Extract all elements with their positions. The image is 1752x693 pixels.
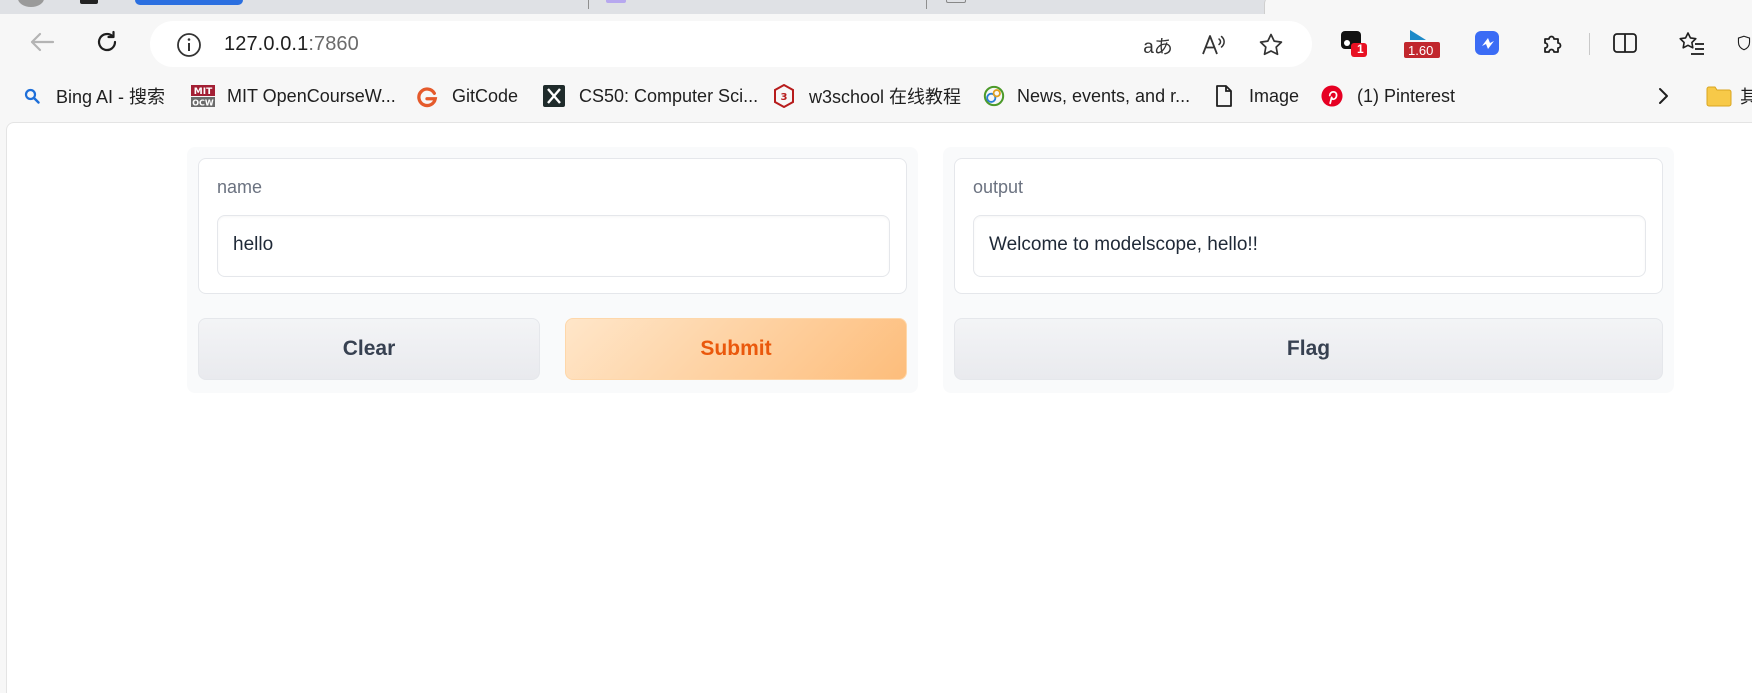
url-port: :7860: [308, 33, 359, 55]
search-icon: [24, 85, 40, 107]
split-screen-button[interactable]: [1608, 26, 1642, 60]
bookmarks-bar: Bing AI - 搜索 MIT OCW MIT OpenCourseW... G…: [0, 78, 1752, 114]
extension-2-badge: 1.60: [1408, 43, 1434, 58]
favorite-star-icon[interactable]: [1258, 32, 1284, 58]
back-arrow-icon: [30, 32, 55, 52]
tab-strip: [0, 0, 1752, 14]
bookmark-item[interactable]: CS50: Computer Sci...: [543, 82, 758, 110]
output-textbox-block: output Welcome to modelscope, hello!!: [954, 158, 1663, 294]
svg-text:OCW: OCW: [192, 99, 214, 108]
read-aloud-icon[interactable]: [1200, 32, 1226, 58]
tab-strip-right: [1264, 0, 1752, 14]
bookmark-item[interactable]: MIT OCW MIT OpenCourseW...: [190, 82, 396, 110]
active-tab-indicator[interactable]: [135, 0, 243, 5]
bookmark-label: News, events, and r...: [1017, 85, 1191, 106]
tab-separator: [588, 0, 589, 9]
puzzle-icon: [1544, 35, 1562, 53]
bookmark-label: GitCode: [452, 85, 519, 106]
chevron-right-icon: [1659, 88, 1668, 104]
bookmarks-overflow-button[interactable]: [1656, 82, 1670, 110]
extension-button[interactable]: 1: [1337, 26, 1371, 60]
bookmark-item[interactable]: Image: [1213, 82, 1299, 110]
bookmark-item[interactable]: Bing AI - 搜索: [24, 82, 165, 110]
folder-icon: [1706, 85, 1732, 107]
file-icon: [1213, 85, 1235, 107]
output-label: output: [973, 177, 1024, 197]
w3school-icon: 3: [773, 84, 795, 108]
output-panel: output Welcome to modelscope, hello!! Fl…: [943, 147, 1674, 393]
cs50-icon: [543, 85, 565, 107]
toolbar-separator: [1589, 33, 1590, 55]
tab-favicon: [606, 0, 626, 3]
name-textbox-block: name hello: [198, 158, 907, 294]
shield-icon: [1737, 35, 1751, 51]
output-field[interactable]: Welcome to modelscope, hello!!: [973, 215, 1646, 277]
browser-essentials-button[interactable]: [1736, 26, 1752, 60]
pinterest-icon: [1321, 85, 1343, 107]
svg-text:MIT: MIT: [194, 87, 213, 97]
browser-toolbar: 127.0.0.1:7860 aあ 1 1.60: [0, 14, 1752, 86]
profile-avatar[interactable]: [18, 0, 44, 7]
other-favorites-folder[interactable]: 其: [1706, 82, 1752, 110]
bookmark-item[interactable]: News, events, and r...: [983, 82, 1190, 110]
mit-logo-icon: MIT OCW: [190, 85, 216, 108]
name-input[interactable]: hello: [217, 215, 890, 277]
bookmark-label: (1) Pinterest: [1357, 85, 1456, 106]
bookmark-label: Image: [1249, 85, 1300, 106]
bookmark-item[interactable]: (1) Pinterest: [1321, 82, 1455, 110]
translate-icon[interactable]: aあ: [1142, 32, 1174, 58]
site-info-icon[interactable]: [176, 32, 202, 63]
extension-3-icon: [1475, 31, 1499, 55]
split-screen-icon: [1613, 33, 1637, 53]
svg-text:3: 3: [781, 92, 788, 103]
url-text[interactable]: 127.0.0.1:7860: [224, 33, 359, 56]
tab-separator: [926, 0, 927, 9]
page-viewport: name hello Clear Submit output Welcome t…: [6, 122, 1752, 693]
favorites-list-icon: [1679, 32, 1704, 55]
bookmark-label: w3school 在线教程: [809, 87, 962, 107]
bookmark-label: Bing AI - 搜索: [56, 87, 166, 107]
extension-button[interactable]: 1.60: [1402, 26, 1442, 60]
back-button[interactable]: [24, 24, 60, 60]
extensions-button[interactable]: [1536, 26, 1570, 60]
extension-1-badge: 1: [1357, 42, 1364, 56]
globe-icon: [983, 85, 1005, 107]
favorites-button[interactable]: [1675, 26, 1709, 60]
gitcode-icon: [416, 85, 438, 108]
submit-button[interactable]: Submit: [565, 318, 907, 380]
flag-button[interactable]: Flag: [954, 318, 1663, 380]
name-label: name: [217, 177, 263, 197]
tab-favicon: [80, 0, 98, 4]
address-bar[interactable]: 127.0.0.1:7860 aあ: [150, 21, 1312, 67]
bookmark-label: MIT OpenCourseW...: [227, 85, 396, 106]
folder-label: 其: [1740, 87, 1752, 107]
url-host: 127.0.0.1: [224, 33, 309, 55]
bookmark-label: CS50: Computer Sci...: [579, 85, 759, 106]
clear-button[interactable]: Clear: [198, 318, 540, 380]
extension-button[interactable]: [1470, 26, 1504, 60]
input-panel: name hello Clear Submit: [187, 147, 918, 393]
tab-favicon: [946, 0, 966, 3]
reload-button[interactable]: [89, 24, 125, 60]
extension-1-icon: [1341, 31, 1367, 57]
bookmark-item[interactable]: 3 w3school 在线教程: [773, 82, 961, 110]
bookmark-item[interactable]: GitCode: [416, 82, 518, 110]
reload-icon: [97, 30, 117, 52]
